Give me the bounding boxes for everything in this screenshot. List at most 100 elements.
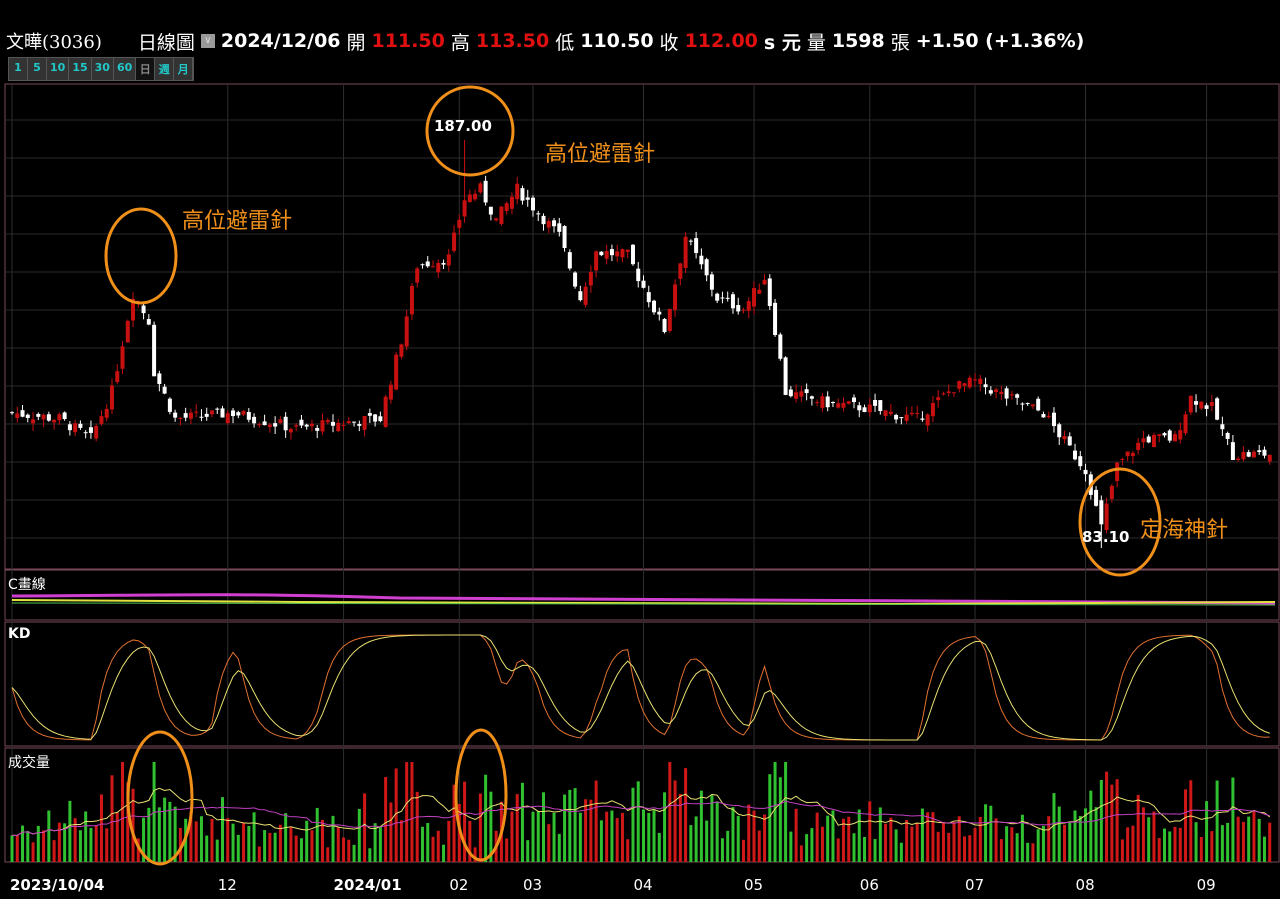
x-tick-label: 07 (965, 876, 985, 894)
candle (504, 203, 509, 211)
volume-bar (741, 839, 745, 862)
volume-bar (531, 811, 535, 862)
candle (962, 383, 967, 386)
volume-bar (689, 825, 693, 862)
candle (83, 432, 88, 434)
stock-chart[interactable] (0, 0, 1280, 899)
volume-bar (647, 812, 651, 862)
candle (788, 389, 793, 397)
x-tick-label: 05 (744, 876, 764, 894)
volume-bar (905, 819, 909, 862)
volume-bar (263, 830, 267, 862)
volume-bar (836, 838, 840, 862)
candle (657, 311, 662, 315)
volume-bar (115, 812, 119, 862)
candle (41, 414, 46, 420)
volume-bar (757, 830, 761, 862)
candle (594, 251, 599, 271)
volume-bar (110, 775, 114, 862)
volume-bar (673, 780, 677, 862)
volume-bar (1226, 822, 1230, 862)
volume-bar (478, 793, 482, 862)
candle (778, 334, 783, 359)
candle (773, 302, 778, 335)
candle (709, 274, 714, 290)
volume-bar (78, 830, 82, 862)
candle (109, 385, 114, 410)
volume-bar (957, 816, 961, 862)
volume-bar (1252, 810, 1256, 862)
annotation-high-1: 高位避雷針 (182, 209, 293, 234)
candle (399, 344, 404, 357)
candle (509, 196, 514, 209)
volume-bar (878, 807, 882, 862)
volume-bar (1110, 784, 1114, 862)
candle (178, 417, 183, 419)
volume-bar (973, 827, 977, 862)
candle (683, 236, 688, 268)
volume-bar (1220, 825, 1224, 862)
annotation-circle (104, 207, 178, 305)
volume-bar (899, 842, 903, 862)
volume-bar (605, 811, 609, 862)
volume-bar (105, 828, 109, 862)
candle (436, 262, 441, 273)
candle (1167, 430, 1172, 441)
candle (1020, 403, 1025, 405)
volume-bar (1157, 838, 1161, 862)
volume-bar (715, 801, 719, 862)
candle (804, 389, 809, 394)
candle (446, 254, 451, 266)
volume-bar (820, 826, 824, 862)
candle (583, 286, 588, 305)
volume-bar (257, 846, 261, 862)
volume-bar (505, 838, 509, 862)
candle (1141, 438, 1146, 443)
candle (204, 413, 209, 417)
volume-bar (594, 780, 598, 862)
candle (994, 389, 999, 393)
volume-bar (299, 838, 303, 862)
candle (983, 384, 988, 388)
candle (1215, 398, 1220, 420)
candle (715, 293, 720, 301)
candle (625, 249, 630, 252)
volume-bar (826, 815, 830, 862)
volume-bar (21, 825, 25, 862)
candle (1030, 404, 1035, 407)
volume-bar (773, 762, 777, 862)
peak-price-label: 187.00 (434, 117, 492, 135)
volume-bar (678, 793, 682, 862)
candle (725, 297, 730, 299)
candle (1004, 388, 1009, 399)
candle (1209, 402, 1214, 407)
candle (52, 419, 57, 423)
candle (1062, 436, 1067, 440)
volume-bar (984, 804, 988, 862)
volume-bar (1194, 822, 1198, 862)
volume-bar (36, 825, 40, 862)
candle (646, 292, 651, 303)
candle (883, 410, 888, 416)
candle (225, 413, 230, 423)
volume-bar (1115, 779, 1119, 862)
volume-bar (368, 848, 372, 862)
volume-bar (520, 782, 524, 862)
volume-bar (347, 839, 351, 862)
volume-bar (889, 817, 893, 862)
candle (899, 417, 904, 419)
candle (1083, 469, 1088, 475)
volume-bar (720, 838, 724, 862)
candle (794, 392, 799, 399)
x-tick-label: 02 (449, 876, 469, 894)
volume-bar (426, 823, 430, 862)
volume-bar (610, 810, 614, 862)
volume-bar (515, 794, 519, 862)
volume-bar (1052, 793, 1056, 862)
volume-bar (52, 840, 56, 862)
candle (604, 250, 609, 259)
volume-bar (873, 839, 877, 862)
candle (1104, 503, 1109, 531)
volume-bar (442, 844, 446, 862)
volume-bar (931, 812, 935, 862)
